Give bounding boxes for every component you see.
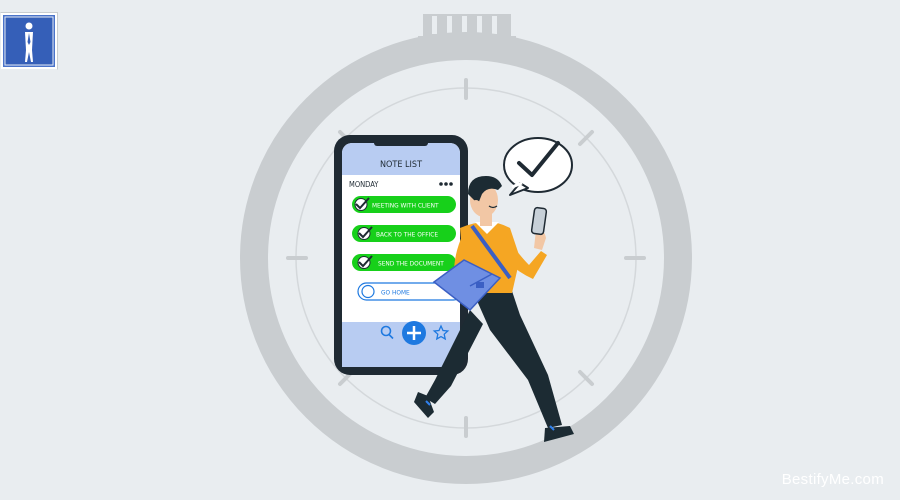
logo-icon [0,12,58,70]
task-label: MEETING WITH CLIENT [372,202,439,210]
check-bubble-icon [503,137,573,196]
task-item[interactable]: BACK TO THE OFFICE [352,225,456,242]
task-label: BACK TO THE OFFICE [376,231,438,239]
task-label: SEND THE DOCUMENT [378,260,444,268]
phone-notch [374,140,428,146]
handheld-phone [530,206,548,236]
watermark: BestifyMe.com [781,471,884,488]
add-icon[interactable] [402,321,426,345]
day-label: MONDAY [349,180,379,189]
task-item[interactable]: SEND THE DOCUMENT [352,254,456,271]
note-list-title: NOTE LIST [380,160,422,170]
more-icon[interactable] [439,182,453,186]
task-label: GO HOME [381,289,410,297]
task-item[interactable]: MEETING WITH CLIENT [352,196,456,213]
phone-header [342,143,460,175]
illustration: NOTE LIST MONDAY MEETING WITH CLIENT BAC… [240,14,692,484]
illustration-stage: NOTE LIST MONDAY MEETING WITH CLIENT BAC… [0,0,900,500]
